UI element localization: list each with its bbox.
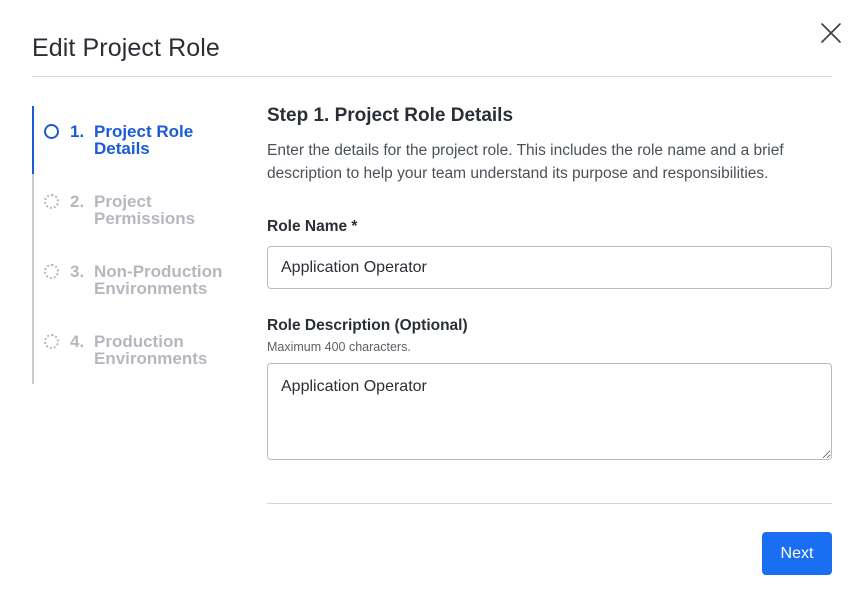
- step-label: Project Permissions: [94, 192, 196, 228]
- step-non-production-environments[interactable]: 3. Non-Production Environments: [44, 263, 244, 297]
- step-pending-circle-icon: [44, 264, 59, 279]
- role-name-label: Role Name *: [267, 218, 358, 235]
- footer-divider: [267, 503, 832, 504]
- step-active-circle-icon: [44, 124, 59, 139]
- step-description: Enter the details for the project role. …: [267, 142, 784, 182]
- edit-project-role-dialog: Edit Project Role 1. Project Role Detail…: [0, 0, 862, 607]
- role-description-textarea[interactable]: Application Operator: [267, 363, 832, 460]
- step-number: 3.: [70, 262, 85, 281]
- step-number: 2.: [70, 192, 85, 211]
- role-description-label: Role Description (Optional): [267, 317, 468, 334]
- dialog-header: Edit Project Role: [32, 30, 832, 77]
- step-project-permissions[interactable]: 2. Project Permissions: [44, 193, 244, 227]
- dialog-title: Edit Project Role: [32, 34, 220, 62]
- stepper-active-indicator: [32, 106, 34, 174]
- close-icon[interactable]: [819, 21, 843, 45]
- stepper: 1. Project Role Details 2. Project Permi…: [32, 106, 242, 384]
- role-name-input[interactable]: [267, 246, 832, 289]
- step-production-environments[interactable]: 4. Production Environments: [44, 333, 244, 367]
- step-label: Production Environments: [94, 332, 208, 368]
- step-pending-circle-icon: [44, 334, 59, 349]
- step-number: 4.: [70, 332, 85, 351]
- step-pending-circle-icon: [44, 194, 59, 209]
- next-button[interactable]: Next: [762, 532, 832, 575]
- step-number: 1.: [70, 122, 85, 141]
- step-label: Non-Production Environments: [94, 262, 223, 298]
- step-label: Project Role Details: [94, 122, 194, 158]
- step-heading: Step 1. Project Role Details: [267, 105, 514, 126]
- step-project-role-details[interactable]: 1. Project Role Details: [44, 123, 244, 157]
- role-description-hint: Maximum 400 characters.: [267, 340, 411, 354]
